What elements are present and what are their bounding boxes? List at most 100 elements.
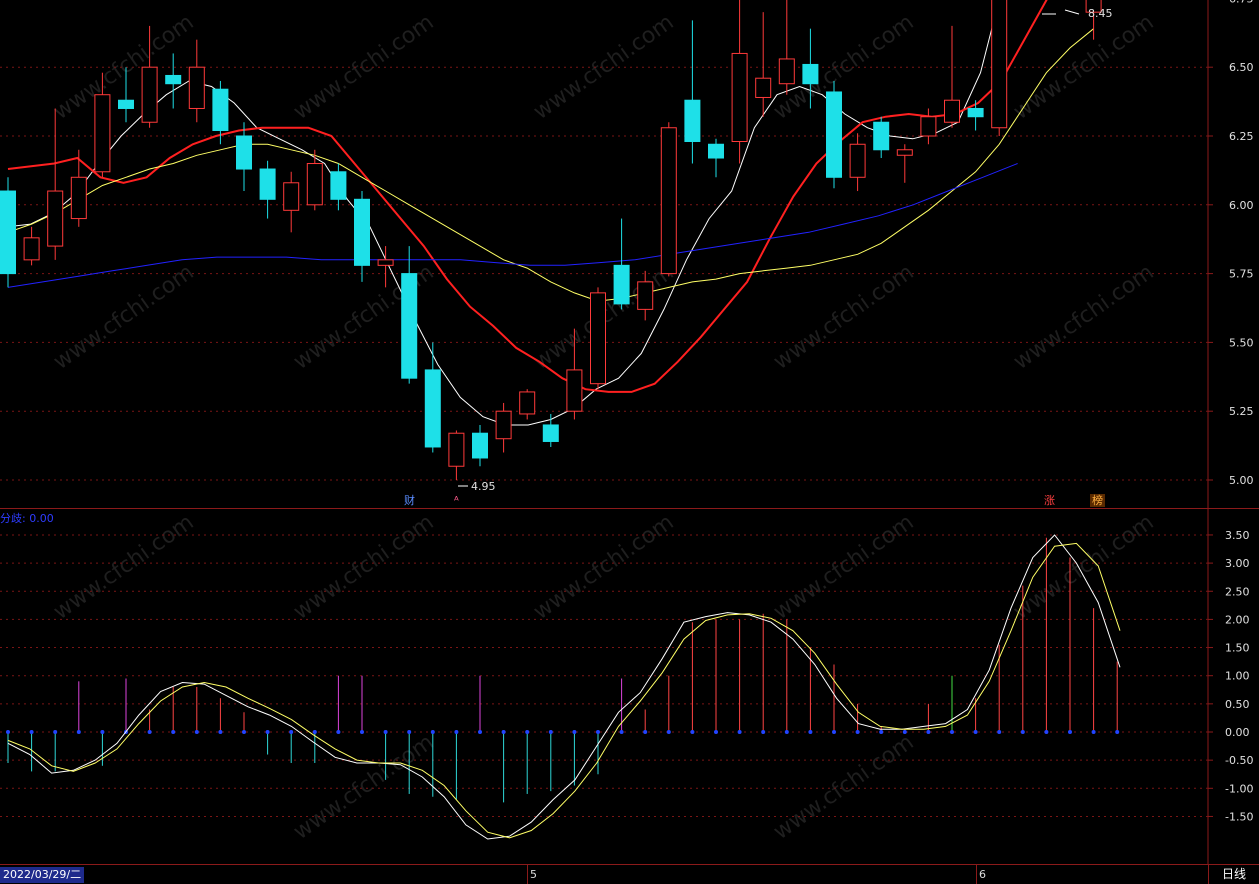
zero-dot: [950, 730, 954, 734]
stock-chart[interactable]: www.cfchi.com www.cfchi.com www.cfchi.com w…: [0, 0, 1259, 884]
y-tick-label: 5.25: [1229, 405, 1254, 418]
candle-body: [472, 432, 488, 459]
high-marker-arrow: [1064, 9, 1080, 15]
candle-body: [590, 292, 606, 385]
zero-dot: [1044, 730, 1049, 734]
y-tick-label: 1.00: [1225, 670, 1250, 683]
event-mark-finance[interactable]: 财: [402, 494, 417, 507]
zero-dot: [336, 730, 341, 734]
zero-dot: [501, 730, 506, 734]
candle-body: [70, 176, 87, 220]
candle-body: [236, 135, 252, 170]
zero-dot: [454, 730, 459, 734]
zero-dot: [1091, 730, 1096, 734]
zero-dot: [407, 730, 412, 734]
moving-average-line: [7, 28, 1094, 302]
candle-body: [259, 168, 276, 200]
y-tick-label: 0.00: [1225, 726, 1250, 739]
zero-dot: [289, 730, 294, 734]
event-mark-limit-up[interactable]: 涨: [1042, 494, 1057, 507]
watermark-text: www.cfchi.com: [769, 730, 918, 845]
zero-dot: [761, 730, 766, 734]
y-tick-label: 6.25: [1229, 130, 1254, 143]
candle-body: [849, 143, 866, 178]
candle-body: [873, 121, 890, 151]
zero-dot: [478, 730, 482, 734]
zero-dot: [596, 730, 600, 734]
zero-dot: [265, 730, 270, 734]
candle-body: [212, 88, 229, 131]
candle-body: [542, 424, 559, 442]
watermark-text: www.cfchi.com: [769, 260, 918, 375]
candle-body: [306, 163, 323, 206]
candle-body: [896, 149, 913, 156]
zero-dot: [572, 730, 577, 734]
candle-body: [47, 190, 64, 247]
watermark-text: www.cfchi.com: [529, 10, 678, 125]
candle-body: [23, 237, 40, 261]
watermark-text: www.cfchi.com: [289, 510, 438, 625]
candle-body: [377, 259, 394, 266]
candle-body: [118, 99, 134, 109]
zero-dot: [832, 730, 836, 734]
zero-dot: [784, 730, 789, 734]
period-daily-button[interactable]: 日线: [1208, 865, 1259, 884]
y-tick-label: 6.50: [1229, 61, 1254, 74]
candle-body: [708, 143, 724, 159]
time-axis-bar: 2022/03/29/二 5 6 日线: [0, 864, 1259, 884]
zero-dot: [6, 730, 10, 734]
zero-dot: [548, 730, 553, 734]
zero-dot: [53, 730, 58, 734]
candle-body: [731, 52, 748, 143]
event-mark-list[interactable]: 榜: [1090, 494, 1105, 507]
candle-body: [330, 171, 347, 200]
candle-body: [495, 410, 512, 440]
zero-dot: [76, 730, 81, 734]
y-tick-label: -1.00: [1225, 782, 1253, 795]
candle-body: [283, 182, 300, 211]
y-tick-label: 2.50: [1225, 585, 1250, 598]
zero-dot: [525, 730, 530, 734]
zero-dot: [171, 730, 176, 734]
moving-average-line: [7, 0, 1048, 393]
zero-dot: [242, 730, 246, 734]
candle-body: [94, 94, 111, 173]
low-label: 4.95: [471, 480, 496, 493]
zero-dot: [218, 730, 223, 734]
zero-dot: [737, 730, 742, 734]
candle-body: [448, 432, 465, 467]
zero-dot: [1020, 730, 1025, 734]
y-tick-label: 6.75: [1229, 0, 1254, 5]
candles: [0, 0, 1102, 480]
month-tick-5: 5: [527, 865, 544, 884]
y-tick-label: 3.00: [1225, 557, 1250, 570]
zero-dot: [855, 730, 860, 734]
watermark-text: www.cfchi.com: [769, 510, 918, 625]
zero-dot: [29, 730, 34, 734]
candle-body: [165, 74, 182, 85]
candle-body: [802, 63, 819, 85]
watermark-text: www.cfchi.com: [289, 730, 438, 845]
candle-body: [778, 58, 795, 85]
zero-dot: [902, 730, 907, 734]
candle-body: [637, 281, 654, 310]
candle-body: [967, 107, 984, 118]
y-tick-label: -0.50: [1225, 754, 1253, 767]
candle-body: [566, 369, 583, 412]
watermark-text: www.cfchi.com: [49, 510, 198, 625]
y-tick-label: -1.50: [1225, 810, 1253, 823]
watermark-text: www.cfchi.com: [1009, 510, 1158, 625]
indicator-title: 分歧: 0.00: [0, 512, 54, 525]
watermark-text: www.cfchi.com: [529, 510, 678, 625]
macd-bars: [6, 537, 1120, 803]
y-tick-label: 0.50: [1225, 698, 1250, 711]
zero-dot: [194, 730, 199, 734]
y-tick-label: 3.50: [1225, 529, 1250, 542]
y-tick-label: 1.50: [1225, 642, 1250, 655]
zero-dot: [360, 730, 364, 734]
event-mark-alert[interactable]: ᴬ: [452, 494, 461, 507]
zero-dot: [312, 730, 317, 734]
zero-dot: [643, 730, 648, 734]
y-tick-label: 5.50: [1229, 336, 1254, 349]
zero-dot: [879, 730, 884, 734]
